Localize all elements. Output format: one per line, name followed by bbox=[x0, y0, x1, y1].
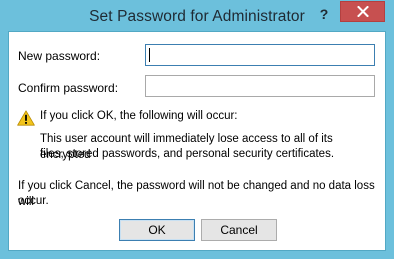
help-button[interactable]: ? bbox=[311, 4, 337, 24]
cancel-note-line-2: occur. bbox=[18, 195, 49, 207]
dialog-body: New password: Confirm password: If you c… bbox=[8, 31, 386, 251]
ok-button[interactable]: OK bbox=[119, 219, 195, 241]
new-password-label: New password: bbox=[18, 49, 101, 63]
warning-icon bbox=[17, 110, 35, 126]
text-caret bbox=[149, 48, 150, 62]
cancel-note-line-1: If you click Cancel, the password will n… bbox=[18, 180, 375, 208]
warning-detail-line-2: files, stored passwords, and personal se… bbox=[40, 148, 335, 160]
new-password-field[interactable] bbox=[145, 44, 375, 66]
confirm-password-field[interactable] bbox=[145, 75, 375, 97]
close-icon bbox=[356, 6, 369, 17]
close-button[interactable] bbox=[340, 1, 385, 22]
title-bar[interactable]: Set Password for Administrator ? bbox=[0, 0, 394, 34]
dialog-window: Set Password for Administrator ? New pas… bbox=[0, 0, 394, 259]
cancel-button[interactable]: Cancel bbox=[201, 219, 277, 241]
confirm-password-label: Confirm password: bbox=[18, 81, 119, 95]
warning-heading: If you click OK, the following will occu… bbox=[40, 110, 238, 122]
